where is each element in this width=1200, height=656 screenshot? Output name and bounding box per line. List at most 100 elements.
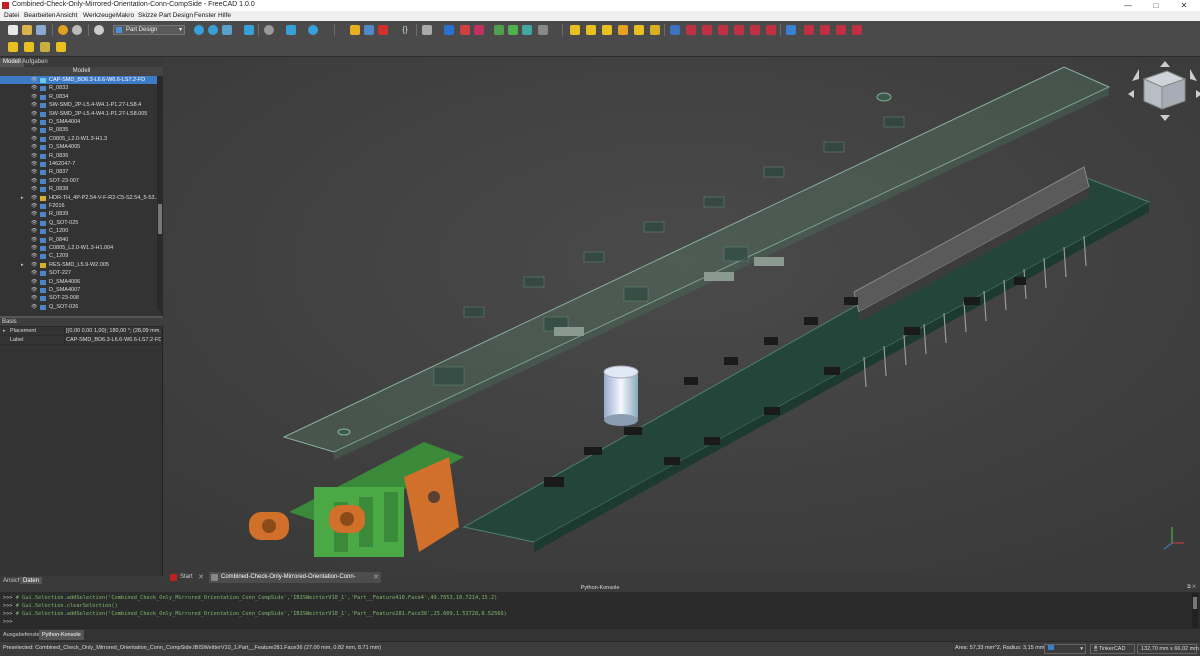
minimize-button[interactable]: — <box>1118 0 1138 11</box>
tree-item[interactable]: 👁 R_0838 <box>0 185 157 193</box>
visibility-eye-icon[interactable]: 👁 <box>31 135 37 143</box>
multi-transform-icon[interactable] <box>56 42 66 52</box>
visibility-eye-icon[interactable]: 👁 <box>31 227 37 235</box>
workbench-selector[interactable]: Part Design ▾ <box>113 25 185 35</box>
tree-item[interactable]: 👁 C0805_L2.0-W1.3-H1.004 <box>0 244 157 252</box>
body-icon[interactable] <box>444 25 454 35</box>
visibility-eye-icon[interactable]: 👁 <box>31 303 37 311</box>
visibility-eye-icon[interactable]: 👁 <box>31 236 37 244</box>
tree-item[interactable]: ▸ 👁 RES-SMD_L5.9-W2.005 <box>0 261 157 269</box>
sub-shape-binder-icon[interactable] <box>24 42 34 52</box>
tab-report-view[interactable]: Ausgabefenster <box>0 630 45 640</box>
pointer-icon[interactable] <box>422 25 432 35</box>
std-view-icon[interactable] <box>264 25 274 35</box>
view-iso-icon[interactable] <box>286 25 296 35</box>
close-button[interactable]: ✕ <box>1174 0 1194 11</box>
thickness-icon[interactable] <box>852 25 862 35</box>
tree-item[interactable]: 👁 Q_SOT-025 <box>0 219 157 227</box>
tree-item[interactable]: 👁 C_1209 <box>0 252 157 260</box>
visibility-eye-icon[interactable]: 👁 <box>31 269 37 277</box>
fit-all-icon[interactable] <box>194 25 204 35</box>
pocket-icon[interactable] <box>670 25 680 35</box>
new-file-icon[interactable] <box>8 25 18 35</box>
clone-icon[interactable] <box>40 42 50 52</box>
mirrored-icon[interactable] <box>786 25 796 35</box>
property-value[interactable]: [(0,00 0,00 1,00); 180,00 °; (28,09 mm..… <box>66 327 161 336</box>
tab-document[interactable]: Combined-Check-Only-Mirrored-Orientation… <box>209 572 381 591</box>
console-input-line[interactable]: >>> <box>3 619 13 625</box>
visibility-eye-icon[interactable]: 👁 <box>31 76 37 84</box>
draw-style-icon[interactable] <box>222 25 232 35</box>
menu-part-design[interactable]: Part Design <box>159 12 193 19</box>
tree-item[interactable]: 👁 CAP-SMD_BD6.3-L6.6-W6.6-LS7.2-FD <box>0 76 157 85</box>
tree-item[interactable]: 👁 R_0837 <box>0 168 157 176</box>
expand-arrow-icon[interactable]: ▸ <box>3 327 6 336</box>
tree-item[interactable]: 👁 R_0840 <box>0 236 157 244</box>
subtractive-primitive-icon[interactable] <box>766 25 776 35</box>
tab-tasks[interactable]: Aufgaben <box>19 58 51 67</box>
visibility-eye-icon[interactable]: 👁 <box>31 168 37 176</box>
menu-fenster[interactable]: Fenster <box>194 12 216 19</box>
redo-icon[interactable] <box>72 25 82 35</box>
bounding-box-icon[interactable] <box>244 25 254 35</box>
3d-viewport[interactable] <box>164 57 1200 570</box>
menu-datei[interactable]: Datei <box>4 12 19 19</box>
sketch-icon[interactable] <box>460 25 470 35</box>
visibility-eye-icon[interactable]: 👁 <box>31 126 37 134</box>
console-scrollbar[interactable] <box>1192 593 1198 628</box>
datum-plane-icon[interactable] <box>522 25 532 35</box>
visibility-eye-icon[interactable]: 👁 <box>31 286 37 294</box>
pcb-3d-model[interactable] <box>164 57 1200 570</box>
shape-binder-icon[interactable] <box>538 25 548 35</box>
tree-item[interactable]: 👁 F2016 <box>0 202 157 210</box>
tree-item[interactable]: 👁 Q_SOT-026 <box>0 303 157 311</box>
visibility-eye-icon[interactable]: 👁 <box>31 101 37 109</box>
revolution-icon[interactable] <box>586 25 596 35</box>
pad-icon[interactable] <box>570 25 580 35</box>
fillet-icon[interactable] <box>804 25 814 35</box>
tab-start[interactable]: Start ✕ <box>168 572 206 583</box>
validate-sketch-icon[interactable] <box>474 25 484 35</box>
close-icon[interactable]: ✕ <box>373 572 379 583</box>
menu-werkzeuge[interactable]: Werkzeuge <box>83 12 116 19</box>
tree-item[interactable]: 👁 SOT-227 <box>0 269 157 277</box>
visibility-eye-icon[interactable]: 👁 <box>31 261 37 269</box>
visibility-eye-icon[interactable]: 👁 <box>31 143 37 151</box>
folder-icon[interactable] <box>364 25 374 35</box>
maximize-button[interactable]: □ <box>1146 0 1166 11</box>
pipe-icon[interactable] <box>618 25 628 35</box>
property-row-placement[interactable]: ▸ Placement [(0,00 0,00 1,00); 180,00 °;… <box>0 327 163 336</box>
undo-icon[interactable] <box>58 25 68 35</box>
scrollbar-thumb[interactable] <box>158 204 162 234</box>
visibility-eye-icon[interactable]: 👁 <box>31 252 37 260</box>
refresh-icon[interactable] <box>94 25 104 35</box>
visibility-eye-icon[interactable]: 👁 <box>31 160 37 168</box>
save-icon[interactable] <box>36 25 46 35</box>
navigation-style-selector[interactable]: 🖱 TinkerCAD <box>1090 644 1135 654</box>
menu-hilfe[interactable]: Hilfe <box>218 12 231 19</box>
menu-skizze[interactable]: Skizze <box>138 12 157 19</box>
visibility-eye-icon[interactable]: 👁 <box>31 152 37 160</box>
visibility-eye-icon[interactable]: 👁 <box>31 84 37 92</box>
visibility-eye-icon[interactable]: 👁 <box>31 118 37 126</box>
visibility-eye-icon[interactable]: 👁 <box>31 194 37 202</box>
expand-arrow-icon[interactable]: ▸ <box>21 261 24 269</box>
tree-item[interactable]: 👁 SW-SMD_2P-L5.4-W4.1-P1.27-LS8.005 <box>0 110 157 118</box>
tree-item[interactable]: 👁 1462047-7 <box>0 160 157 168</box>
property-row-label[interactable]: Label CAP-SMD_BD6.3-L6.6-W6.6-LS7.2-FD <box>0 336 163 345</box>
visibility-eye-icon[interactable]: 👁 <box>31 244 37 252</box>
fit-selection-icon[interactable] <box>208 25 218 35</box>
tree-item[interactable]: 👁 SW-SMD_2P-L5.4-W4.1-P1.27-LS8.4 <box>0 101 157 109</box>
visibility-eye-icon[interactable]: 👁 <box>31 110 37 118</box>
loft-icon[interactable] <box>602 25 612 35</box>
groove-icon[interactable] <box>702 25 712 35</box>
hole-icon[interactable] <box>686 25 696 35</box>
helix-icon[interactable] <box>634 25 644 35</box>
tree-item[interactable]: 👁 R_0834 <box>0 93 157 101</box>
draft-icon[interactable] <box>836 25 846 35</box>
visibility-eye-icon[interactable]: 👁 <box>31 93 37 101</box>
unit-selector[interactable]: ▾ <box>1044 644 1086 654</box>
visibility-eye-icon[interactable]: 👁 <box>31 219 37 227</box>
visibility-eye-icon[interactable]: 👁 <box>31 210 37 218</box>
tree-item[interactable]: 👁 R_0836 <box>0 152 157 160</box>
